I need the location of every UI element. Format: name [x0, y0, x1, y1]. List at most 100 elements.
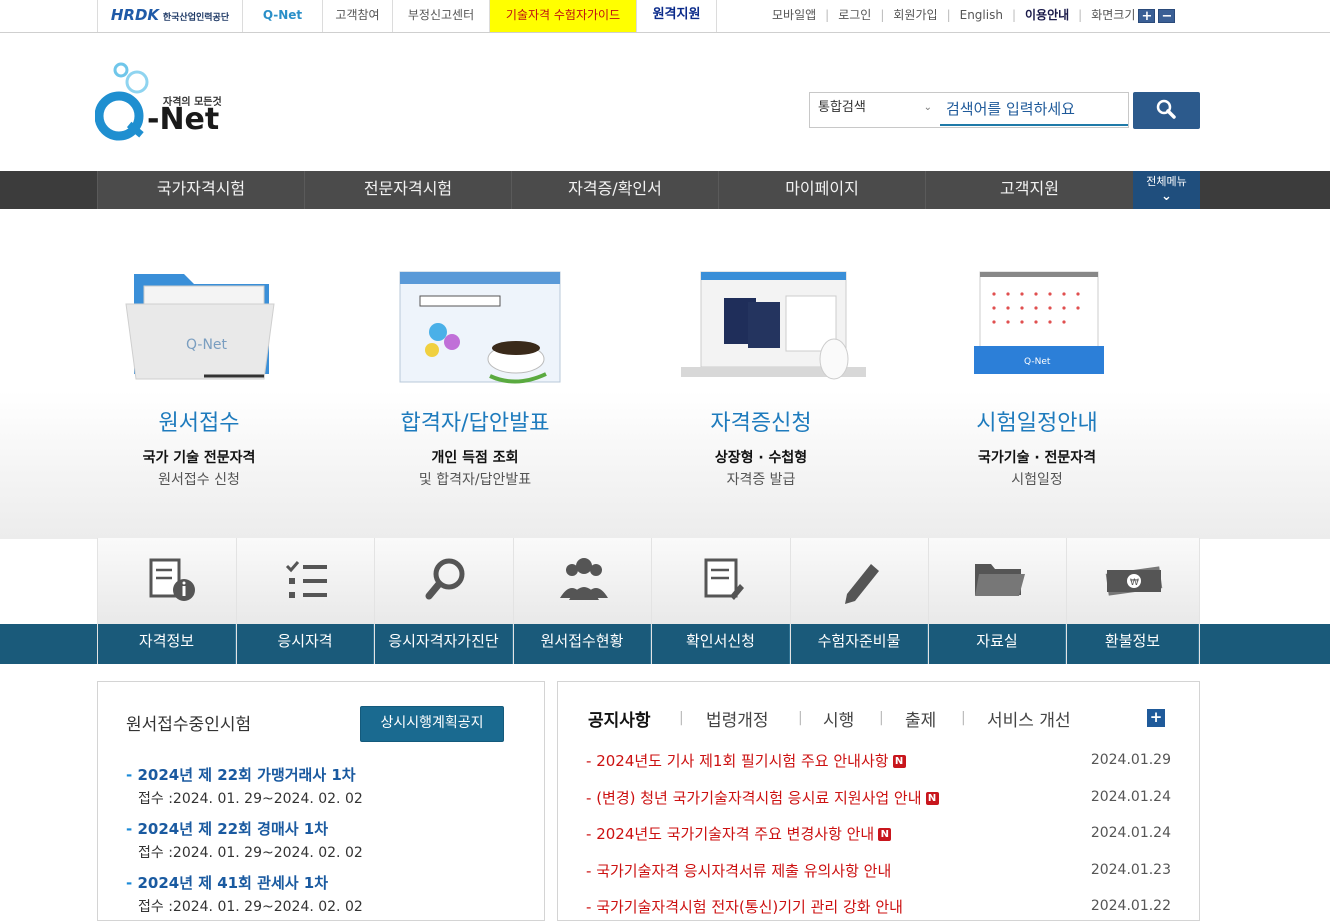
notice-row[interactable]: - 국가기술자격 응시자격서류 제출 유의사항 안내 2024.01.23 [586, 860, 1171, 882]
logo-name: -Net [147, 102, 220, 137]
quick-data-room[interactable]: 자료실 [928, 538, 1066, 664]
svg-text:Q-Net: Q-Net [186, 337, 228, 353]
more-plus-icon[interactable]: + [1147, 709, 1165, 727]
search-box: 통합검색 ⌄ [809, 92, 1129, 128]
notice-date: 2024.01.22 [1090, 898, 1171, 914]
hero-description: 원서접수 신청 [158, 472, 240, 488]
quick-label: 응시자격 [237, 624, 374, 664]
qnet-logo[interactable]: 자격의 모든것 -Net [94, 60, 235, 145]
svg-text:₩: ₩ [1130, 578, 1139, 588]
notice-row[interactable]: - 2024년도 국가기술자격 주요 변경사항 안내 N 2024.01.24 [586, 823, 1171, 845]
qnet-small-logo-link[interactable]: Q-Net [243, 0, 323, 32]
calendar-icon: Q-Net [974, 271, 1104, 374]
link-exam-guide[interactable]: 기술자격 수험자가이드 [490, 0, 637, 32]
certificate-icon [681, 271, 866, 380]
notice-title: (변경) 청년 국가기술자격시험 응시료 지원사업 안내 [596, 789, 922, 807]
new-badge-icon: N [892, 755, 906, 768]
quick-label: 응시자격자가진단 [375, 624, 513, 664]
hrdk-logo-text: HRDK [110, 6, 160, 24]
quick-refund-info[interactable]: ₩ 환불정보 [1066, 538, 1200, 664]
panel-title: 원서접수중인시험 [126, 715, 252, 735]
new-badge-icon: N [878, 828, 892, 841]
search-category-select[interactable]: 통합검색 ⌄ [810, 93, 938, 127]
top-utility-bar: HRDK 한국산업인력공단 Q-Net 고객참여 부정신고센터 기술자격 수험자… [0, 0, 1330, 33]
search-icon [425, 558, 465, 600]
checklist-icon [285, 561, 327, 598]
folder-icon [975, 564, 1025, 596]
notice-date: 2024.01.23 [1090, 862, 1171, 878]
quick-label: 자격정보 [98, 624, 236, 664]
link-fraud-report[interactable]: 부정신고센터 [393, 0, 490, 32]
nav-certificate[interactable]: 자격증/확인서 [511, 171, 718, 209]
notice-date: 2024.01.24 [1090, 825, 1171, 841]
quick-qualification-info[interactable]: 자격정보 [97, 538, 236, 664]
link-login[interactable]: 로그인 [838, 8, 871, 22]
notice-row[interactable]: - 국가기술자격시험 전자(통신)기기 관리 강화 안내 2024.01.22 [586, 896, 1171, 918]
zoom-out-button[interactable]: − [1158, 8, 1176, 23]
quick-label: 환불정보 [1067, 624, 1199, 664]
quick-label: 확인서신청 [652, 624, 790, 664]
link-signup[interactable]: 회원가입 [893, 8, 937, 22]
chevron-down-icon: ⌄ [923, 102, 932, 113]
tab-enforcement[interactable]: 시행 [823, 706, 854, 731]
tab-service-improvement[interactable]: 서비스 개선 [987, 706, 1071, 731]
link-remote-support[interactable]: 원격지원 [637, 0, 717, 32]
quick-label: 수험자준비물 [791, 624, 928, 664]
quick-confirmation-request[interactable]: 확인서신청 [651, 538, 790, 664]
notice-row[interactable]: - (변경) 청년 국가기술자격시험 응시료 지원사업 안내 N 2024.01.… [586, 787, 1171, 809]
nav-mypage[interactable]: 마이페이지 [718, 171, 925, 209]
notice-row[interactable]: - 2024년도 기사 제1회 필기시험 주요 안내사항 N 2024.01.29 [586, 750, 1171, 772]
tab-separator: | [879, 710, 884, 726]
exam-date: 접수 :2024. 01. 29~2024. 02. 02 [138, 845, 363, 861]
link-usage-guide[interactable]: 이용안내 [1025, 8, 1069, 22]
exam-list-item[interactable]: - 2024년 제 22회 경매사 1차 접수 :2024. 01. 29~20… [126, 818, 363, 862]
tab-separator: | [961, 710, 966, 726]
hero-description: 시험일정 [1011, 472, 1063, 488]
hrdk-logo-link[interactable]: HRDK 한국산업인력공단 [97, 0, 243, 32]
tab-questions[interactable]: 출제 [905, 706, 936, 731]
notice-title: 2024년도 국가기술자격 주요 변경사항 안내 [596, 825, 875, 843]
quick-label: 자료실 [929, 624, 1066, 664]
exam-name: 2024년 제 41회 관세사 1차 [137, 874, 329, 892]
quick-exam-supplies[interactable]: 수험자준비물 [790, 538, 928, 664]
link-mobile-app[interactable]: 모바일앱 [772, 8, 816, 22]
hero-subtitle: 상장형 · 수첩형 [714, 450, 808, 466]
main-navigation: 국가자격시험 전문자격시험 자격증/확인서 마이페이지 고객지원 전체메뉴 ⌄ [0, 171, 1330, 209]
chevron-down-icon: ⌄ [1161, 189, 1172, 204]
all-menu-button[interactable]: 전체메뉴 ⌄ [1133, 171, 1200, 209]
exam-list-item[interactable]: - 2024년 제 41회 관세사 1차 접수 :2024. 01. 29~20… [126, 872, 363, 916]
edit-document-icon [704, 558, 744, 600]
svg-text:Q-Net: Q-Net [1024, 357, 1051, 367]
tab-notices[interactable]: 공지사항 [588, 706, 651, 731]
hero-description: 및 합격자/답안발표 [418, 472, 532, 488]
hero-description: 자격증 발급 [726, 472, 796, 488]
folder-icon: Q-Net [125, 274, 275, 380]
quick-menu: 자격정보 응시자격 응시자격자가진단 원서접수현황 확인서신청 수험자준비물 자… [97, 538, 1200, 664]
hero-subtitle: 국가 기술 전문자격 [142, 450, 256, 466]
hero-title: 자격증신청 [710, 411, 812, 436]
nav-customer-support[interactable]: 고객지원 [925, 171, 1133, 209]
people-icon [560, 558, 608, 600]
search-icon [1156, 99, 1176, 119]
link-english[interactable]: English [960, 8, 1003, 22]
quick-application-status[interactable]: 원서접수현황 [513, 538, 651, 664]
zoom-in-button[interactable]: + [1138, 8, 1156, 23]
utility-links: 모바일앱 | 로그인 | 회원가입 | English | 이용안내 | 화면크기 + − [772, 0, 1176, 32]
link-customer-participation[interactable]: 고객참여 [323, 0, 393, 32]
nav-national-exam[interactable]: 국가자격시험 [97, 171, 304, 209]
hero-subtitle: 국가기술 · 전문자격 [977, 450, 1097, 466]
qnet-small-logo-text: Q-Net [262, 8, 303, 22]
quick-self-diagnosis[interactable]: 응시자격자가진단 [374, 538, 513, 664]
search-button[interactable] [1133, 92, 1200, 129]
info-document-icon [149, 558, 195, 601]
quick-eligibility[interactable]: 응시자격 [236, 538, 374, 664]
browser-icon [399, 271, 561, 384]
hero-section: Q-Net 원서접수 국가 기술 전문자격 원서접수 신청 합격자/답안발표 개… [0, 209, 1330, 539]
exam-list-item[interactable]: - 2024년 제 22회 가맹거래사 1차 접수 :2024. 01. 29~… [126, 764, 363, 808]
notice-title: 국가기술자격시험 전자(통신)기기 관리 강화 안내 [596, 898, 903, 916]
plan-notice-button[interactable]: 상시시행계획공지 [360, 706, 504, 742]
tab-law-revisions[interactable]: 법령개정 [706, 706, 769, 731]
nav-professional-exam[interactable]: 전문자격시험 [304, 171, 511, 209]
exam-date: 접수 :2024. 01. 29~2024. 02. 02 [138, 791, 363, 807]
search-input[interactable] [940, 94, 1128, 126]
